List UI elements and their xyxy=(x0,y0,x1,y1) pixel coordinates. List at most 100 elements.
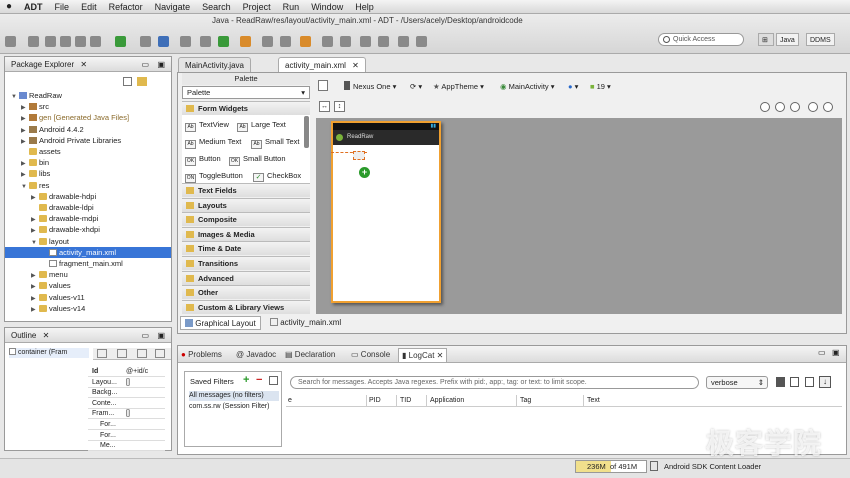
tree-item[interactable]: fragment_main.xml xyxy=(5,258,171,269)
widget-small-button[interactable]: OK Small Button xyxy=(229,153,286,166)
remove-filter-icon[interactable]: − xyxy=(256,374,262,386)
tree-item[interactable]: assets xyxy=(5,146,171,157)
palette-category[interactable]: Images & Media xyxy=(182,226,310,241)
print-icon[interactable] xyxy=(60,36,71,47)
tree-item[interactable]: ▶ drawable-mdpi xyxy=(5,213,171,224)
back-icon[interactable] xyxy=(360,36,371,47)
tree-item[interactable]: ▶ values xyxy=(5,280,171,291)
zoom-actual-icon[interactable] xyxy=(760,102,770,112)
tree-item[interactable]: drawable-ldpi xyxy=(5,202,171,213)
tree-item[interactable]: ▼ layout xyxy=(5,236,171,247)
tree-item[interactable]: ▶ values-v14 xyxy=(5,303,171,314)
clear-log-icon[interactable] xyxy=(790,377,799,387)
filter-all-messages[interactable]: All messages (no filters) xyxy=(189,391,279,401)
coverage-icon[interactable] xyxy=(240,36,251,47)
menu-help[interactable]: Help xyxy=(349,2,380,12)
widget-button[interactable]: OK Button xyxy=(185,153,221,166)
tree-item[interactable]: ▶ drawable-hdpi xyxy=(5,191,171,202)
upload-icon[interactable] xyxy=(75,36,86,47)
property-row[interactable]: Backg... xyxy=(88,388,165,399)
zoom-in-icon[interactable] xyxy=(823,102,833,112)
tree-item[interactable]: ▶ src xyxy=(5,101,171,112)
close-icon[interactable]: ✕ xyxy=(352,61,359,70)
widget-small-text[interactable]: Ab Small Text xyxy=(251,136,299,149)
tab-mainactivity-java[interactable]: MainActivity.java xyxy=(178,57,251,72)
device-dropdown[interactable]: Nexus One ▾ xyxy=(344,80,396,93)
widget-togglebutton[interactable]: ON ToggleButton xyxy=(185,170,243,183)
tree-item[interactable]: ▼ ReadRaw xyxy=(5,90,171,101)
advanced-icon[interactable] xyxy=(117,349,127,358)
close-icon[interactable]: ✕ xyxy=(80,60,87,69)
apple-icon[interactable]: ● xyxy=(0,1,18,12)
menu-navigate[interactable]: Navigate xyxy=(149,2,197,12)
widget-large-text[interactable]: Ab Large Text xyxy=(237,119,286,132)
expand-icon[interactable] xyxy=(155,349,165,358)
filter-session[interactable]: com.ss.rw (Session Filter) xyxy=(189,402,279,412)
tab-console[interactable]: ▭ Console xyxy=(351,348,390,362)
column-toggle-icon[interactable] xyxy=(805,377,814,387)
outline-root-item[interactable]: container (Fram xyxy=(9,348,89,358)
perspective-ddms[interactable]: DDMS xyxy=(806,33,835,46)
maximize-icon[interactable]: ▣ xyxy=(832,348,840,357)
column-application[interactable]: Application xyxy=(430,397,464,404)
close-icon[interactable]: ✕ xyxy=(43,331,50,340)
menu-run[interactable]: Run xyxy=(277,2,306,12)
android-sdk-icon[interactable] xyxy=(115,36,126,47)
palette-category[interactable]: Custom & Library Views xyxy=(182,299,310,314)
tree-item[interactable]: ▶ drawable-xhdpi xyxy=(5,224,171,235)
maximize-icon[interactable]: ▣ xyxy=(157,57,165,72)
palette-category[interactable]: Advanced xyxy=(182,270,310,285)
twisty-icon[interactable]: ▶ xyxy=(31,305,39,316)
property-row[interactable]: Layou... [] xyxy=(88,378,165,388)
open-perspective-icon[interactable]: ⊞ xyxy=(758,33,774,46)
column-level[interactable]: e xyxy=(288,397,292,404)
property-row[interactable]: Fram... [] xyxy=(88,409,165,420)
theme-dropdown[interactable]: ★ AppTheme ▾ xyxy=(433,80,484,93)
tree-item[interactable]: ▶ values-v11 xyxy=(5,292,171,303)
save-all-icon[interactable] xyxy=(45,36,56,47)
zoom-out-icon[interactable] xyxy=(808,102,818,112)
menu-search[interactable]: Search xyxy=(196,2,237,12)
api-dropdown[interactable]: ■ 19 ▾ xyxy=(590,80,611,93)
link-editor-icon[interactable] xyxy=(137,77,147,86)
column-tag[interactable]: Tag xyxy=(520,397,531,404)
new-icon[interactable] xyxy=(5,36,16,47)
tab-logcat[interactable]: ▮ LogCat ✕ xyxy=(398,348,448,362)
download-icon[interactable] xyxy=(90,36,101,47)
tree-item[interactable]: ▼ res xyxy=(5,180,171,191)
palette-category[interactable]: Other xyxy=(182,285,310,300)
tree-item[interactable]: ▶ libs xyxy=(5,168,171,179)
new-android-project-icon[interactable] xyxy=(158,36,169,47)
tab-graphical-layout[interactable]: Graphical Layout xyxy=(180,316,261,330)
tab-declaration[interactable]: ▤ Declaration xyxy=(285,348,335,362)
zoom-real-icon[interactable] xyxy=(790,102,800,112)
tab-xml-source[interactable]: activity_main.xml xyxy=(266,316,345,330)
palette-category[interactable]: Time & Date xyxy=(182,241,310,256)
menu-window[interactable]: Window xyxy=(305,2,349,12)
activity-dropdown[interactable]: ◉ MainActivity ▾ xyxy=(500,80,555,93)
palette-dropdown[interactable]: Palette ▾ xyxy=(182,86,310,99)
close-icon[interactable]: ✕ xyxy=(437,351,444,360)
tree-item[interactable]: activity_main.xml xyxy=(5,246,171,258)
scroll-lock-icon[interactable]: ↓ xyxy=(819,376,831,388)
collapse-icon[interactable] xyxy=(137,349,147,358)
minimize-icon[interactable]: ▭ xyxy=(818,348,826,357)
add-filter-icon[interactable]: + xyxy=(243,374,249,386)
lint-icon[interactable] xyxy=(140,36,151,47)
menu-file[interactable]: File xyxy=(49,2,76,12)
run-icon[interactable] xyxy=(218,36,229,47)
toggle-fill-width-icon[interactable]: ↔ xyxy=(319,101,330,112)
palette-category[interactable]: Text Fields xyxy=(182,183,310,197)
property-row[interactable]: For... xyxy=(88,431,165,441)
external-tools-icon[interactable] xyxy=(180,36,191,47)
collapse-all-icon[interactable] xyxy=(123,77,132,86)
debug-icon[interactable] xyxy=(200,36,211,47)
widget-medium-text[interactable]: Ab Medium Text xyxy=(185,136,241,149)
locale-dropdown[interactable]: ● ▾ xyxy=(568,80,578,93)
annotation-icon[interactable] xyxy=(322,36,333,47)
palette-cat-form-widgets[interactable]: Form Widgets xyxy=(182,101,310,115)
tab-activity-main-xml[interactable]: activity_main.xml ✕ xyxy=(278,57,366,72)
palette-scrollbar[interactable] xyxy=(304,116,309,148)
quick-access-input[interactable]: Quick Access xyxy=(658,33,744,46)
menu-refactor[interactable]: Refactor xyxy=(103,2,149,12)
